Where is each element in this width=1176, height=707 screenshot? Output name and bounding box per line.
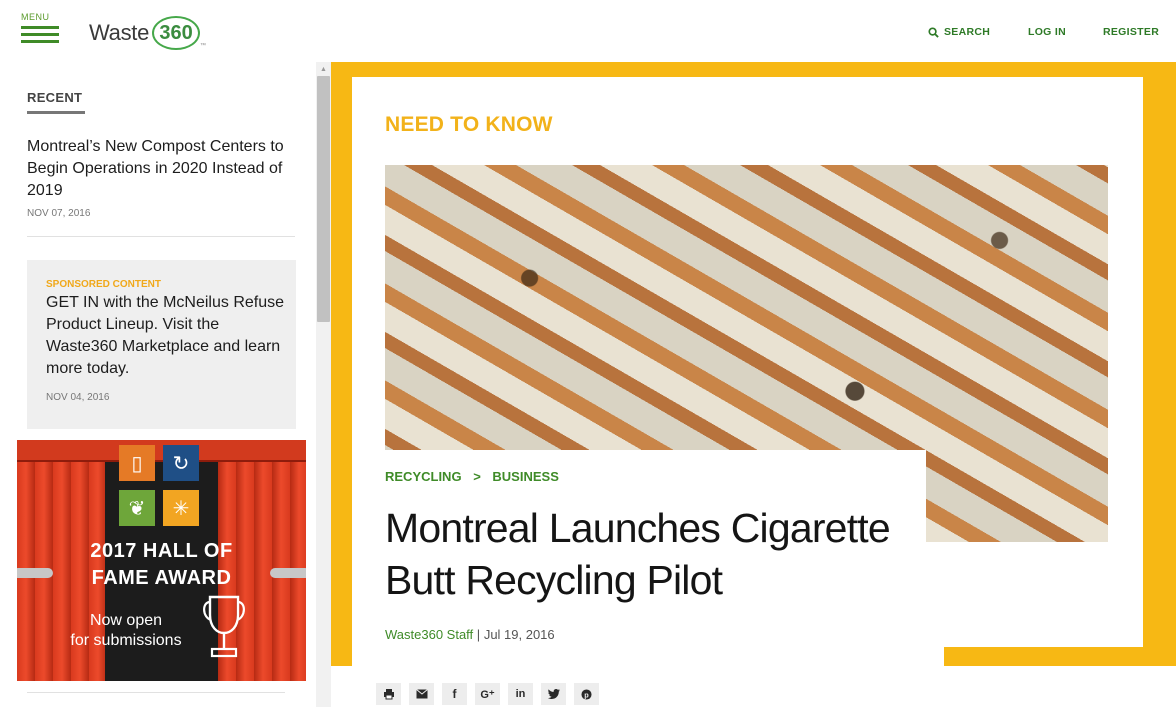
waste-bin-icon: ▯ [119, 445, 155, 481]
byline: Waste360 Staff | Jul 19, 2016 [385, 627, 555, 642]
breadcrumb: RECYCLING > BUSINESS [385, 469, 559, 484]
logo-number: 360 [159, 21, 193, 44]
linkedin-share-button[interactable]: in [508, 683, 533, 705]
accent-frame-right [1143, 62, 1176, 666]
google-plus-share-button[interactable]: G⁺ [475, 683, 500, 705]
register-link[interactable]: REGISTER [1103, 26, 1159, 38]
pinterest-share-button[interactable]: p [574, 683, 599, 705]
facebook-icon: f [452, 687, 457, 701]
logo-trademark: ™ [200, 43, 207, 49]
accent-frame-corner [331, 647, 352, 666]
divider [27, 236, 295, 237]
facebook-share-button[interactable]: f [442, 683, 467, 705]
logo-word: Waste [89, 20, 150, 45]
curtain-valance [17, 440, 306, 462]
ad-sub-line1: Now open [89, 612, 163, 629]
accent-frame-top [331, 62, 1176, 77]
heading-underline [27, 111, 85, 114]
twitter-icon [547, 689, 560, 699]
email-icon [415, 689, 428, 699]
print-icon [383, 689, 394, 700]
sidebar: RECENT Montreal’s New Compost Centers to… [0, 62, 316, 707]
svg-text:p: p [584, 690, 589, 699]
sponsored-label: SPONSORED CONTENT [46, 279, 162, 290]
article-title: Montreal Launches Cigarette Butt Recycli… [385, 505, 891, 603]
ad-award-line1: 2017 HALL OF [90, 540, 233, 562]
email-button[interactable] [409, 683, 434, 705]
article-area: NEED TO KNOW RECYCLING > BUSINESS Montre… [331, 62, 1176, 707]
recent-article-date: NOV 07, 2016 [27, 208, 91, 219]
search-button[interactable]: SEARCH [928, 26, 990, 38]
site-logo[interactable]: Waste 360 ™ [89, 13, 206, 53]
twitter-share-button[interactable] [541, 683, 566, 705]
menu-button[interactable]: MENU [21, 12, 61, 43]
breadcrumb-separator: > [473, 469, 481, 484]
scroll-up-arrow-icon[interactable]: ▲ [320, 66, 327, 73]
hamburger-bar [21, 33, 59, 36]
sponsored-card[interactable]: SPONSORED CONTENT GET IN with the McNeil… [27, 260, 296, 429]
scrollbar-thumb[interactable] [317, 76, 330, 322]
hamburger-bar [21, 40, 59, 43]
publish-date: Jul 19, 2016 [483, 627, 555, 642]
trophy-icon [203, 595, 245, 658]
section-label: NEED TO KNOW [385, 113, 553, 136]
search-label: SEARCH [944, 26, 991, 38]
search-icon [928, 26, 939, 38]
print-button[interactable] [376, 683, 401, 705]
byline-separator: | [476, 627, 481, 642]
divider [27, 692, 285, 693]
ad-award-line2: FAME AWARD [91, 567, 232, 589]
recent-article-link[interactable]: Montreal’s New Compost Centers to Begin … [27, 136, 292, 202]
hall-of-fame-ad[interactable]: ▯ ↻ ❦ ✳ 2017 HALL OF FAME AWARD Now open… [17, 440, 306, 681]
hamburger-icon [21, 26, 59, 29]
accent-frame-bottom [944, 647, 1176, 666]
author-link[interactable]: Waste360 Staff [385, 627, 473, 642]
menu-label: MENU [21, 12, 50, 22]
linkedin-icon: in [515, 688, 526, 700]
leaf-icon: ❦ [119, 490, 155, 526]
share-toolbar: f G⁺ in p [376, 683, 599, 705]
recent-heading: RECENT [27, 90, 83, 105]
accent-frame-left [331, 62, 352, 666]
login-link[interactable]: LOG IN [1028, 26, 1066, 38]
sidebar-scrollbar[interactable]: ▲ [316, 62, 331, 707]
sun-icon: ✳ [163, 490, 199, 526]
pinterest-icon: p [581, 688, 592, 700]
breadcrumb-recycling[interactable]: RECYCLING [385, 469, 462, 484]
ad-sub-line2: for submissions [70, 632, 182, 649]
logo-ring: 360 [152, 16, 201, 50]
sponsored-title-link[interactable]: GET IN with the McNeilus Refuse Product … [46, 292, 290, 380]
article-card: NEED TO KNOW RECYCLING > BUSINESS Montre… [352, 77, 1143, 648]
site-header: MENU Waste 360 ™ SEARCH LOG IN REGISTER [0, 0, 1176, 62]
google-plus-icon: G⁺ [480, 688, 495, 701]
recycle-icon: ↻ [163, 445, 199, 481]
breadcrumb-business[interactable]: BUSINESS [492, 469, 558, 484]
sponsored-date: NOV 04, 2016 [46, 392, 110, 403]
